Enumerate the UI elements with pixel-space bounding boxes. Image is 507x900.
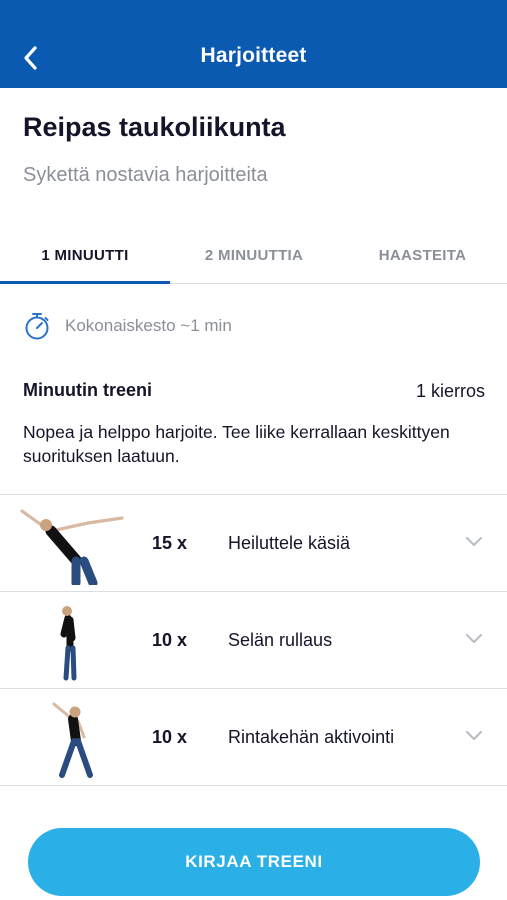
exercise-image [20, 509, 124, 585]
tab-bar: 1 MINUUTTI 2 MINUUTTIA HAASTEITA [0, 226, 507, 284]
exercise-image [60, 606, 77, 681]
workout-name: Minuutin treeni [23, 380, 152, 400]
header-title: Harjoitteet [200, 44, 307, 67]
exercise-name: Selän rullaus [228, 630, 333, 650]
log-workout-button[interactable]: KIRJAA TREENI [28, 828, 480, 896]
exercise-reps: 15 x [152, 533, 188, 553]
top-app-bar: Harjoitteet [0, 0, 507, 88]
exercise-image [52, 702, 93, 778]
exercise-name: Rintakehän aktivointi [228, 727, 395, 747]
exercise-name: Heiluttele käsiä [228, 533, 351, 553]
exercise-row[interactable]: 15 x Heiluttele käsiä [0, 495, 507, 592]
exercise-row[interactable]: 10 x Rintakehän aktivointi [0, 689, 507, 786]
page-subtitle: Sykettä nostavia harjoitteita [23, 164, 268, 186]
tab-label: HAASTEITA [378, 246, 467, 264]
chevron-down-icon[interactable] [465, 632, 483, 646]
exercise-reps: 10 x [152, 727, 188, 747]
exercise-reps: 10 x [152, 630, 188, 650]
workout-description: Nopea ja helppo harjoite. Tee liike kerr… [23, 422, 450, 466]
chevron-down-icon[interactable] [465, 729, 483, 743]
duration-row: Kokonaiskesto ~1 min [23, 310, 232, 342]
tab-haasteita[interactable]: HAASTEITA [338, 226, 507, 284]
duration-text: Kokonaiskesto ~1 min [65, 316, 232, 335]
stopwatch-icon [25, 313, 49, 340]
page-title: Reipas taukoliikunta [23, 112, 286, 142]
chevron-down-icon[interactable] [465, 535, 483, 549]
exercise-row[interactable]: 10 x Selän rullaus [0, 592, 507, 689]
log-workout-label: KIRJAA TREENI [185, 852, 323, 871]
tab-2-minuuttia[interactable]: 2 MINUUTTIA [170, 226, 338, 284]
tab-label: 1 MINUUTTI [41, 246, 129, 264]
rounds-count: 1 kierros [415, 381, 485, 401]
active-tab-indicator [0, 281, 170, 284]
exercise-list: 15 x Heiluttele käsiä 10 x Selän rullaus [0, 494, 507, 786]
tab-label: 2 MINUUTTIA [204, 246, 304, 264]
tab-1-minuutti[interactable]: 1 MINUUTTI [0, 226, 170, 284]
